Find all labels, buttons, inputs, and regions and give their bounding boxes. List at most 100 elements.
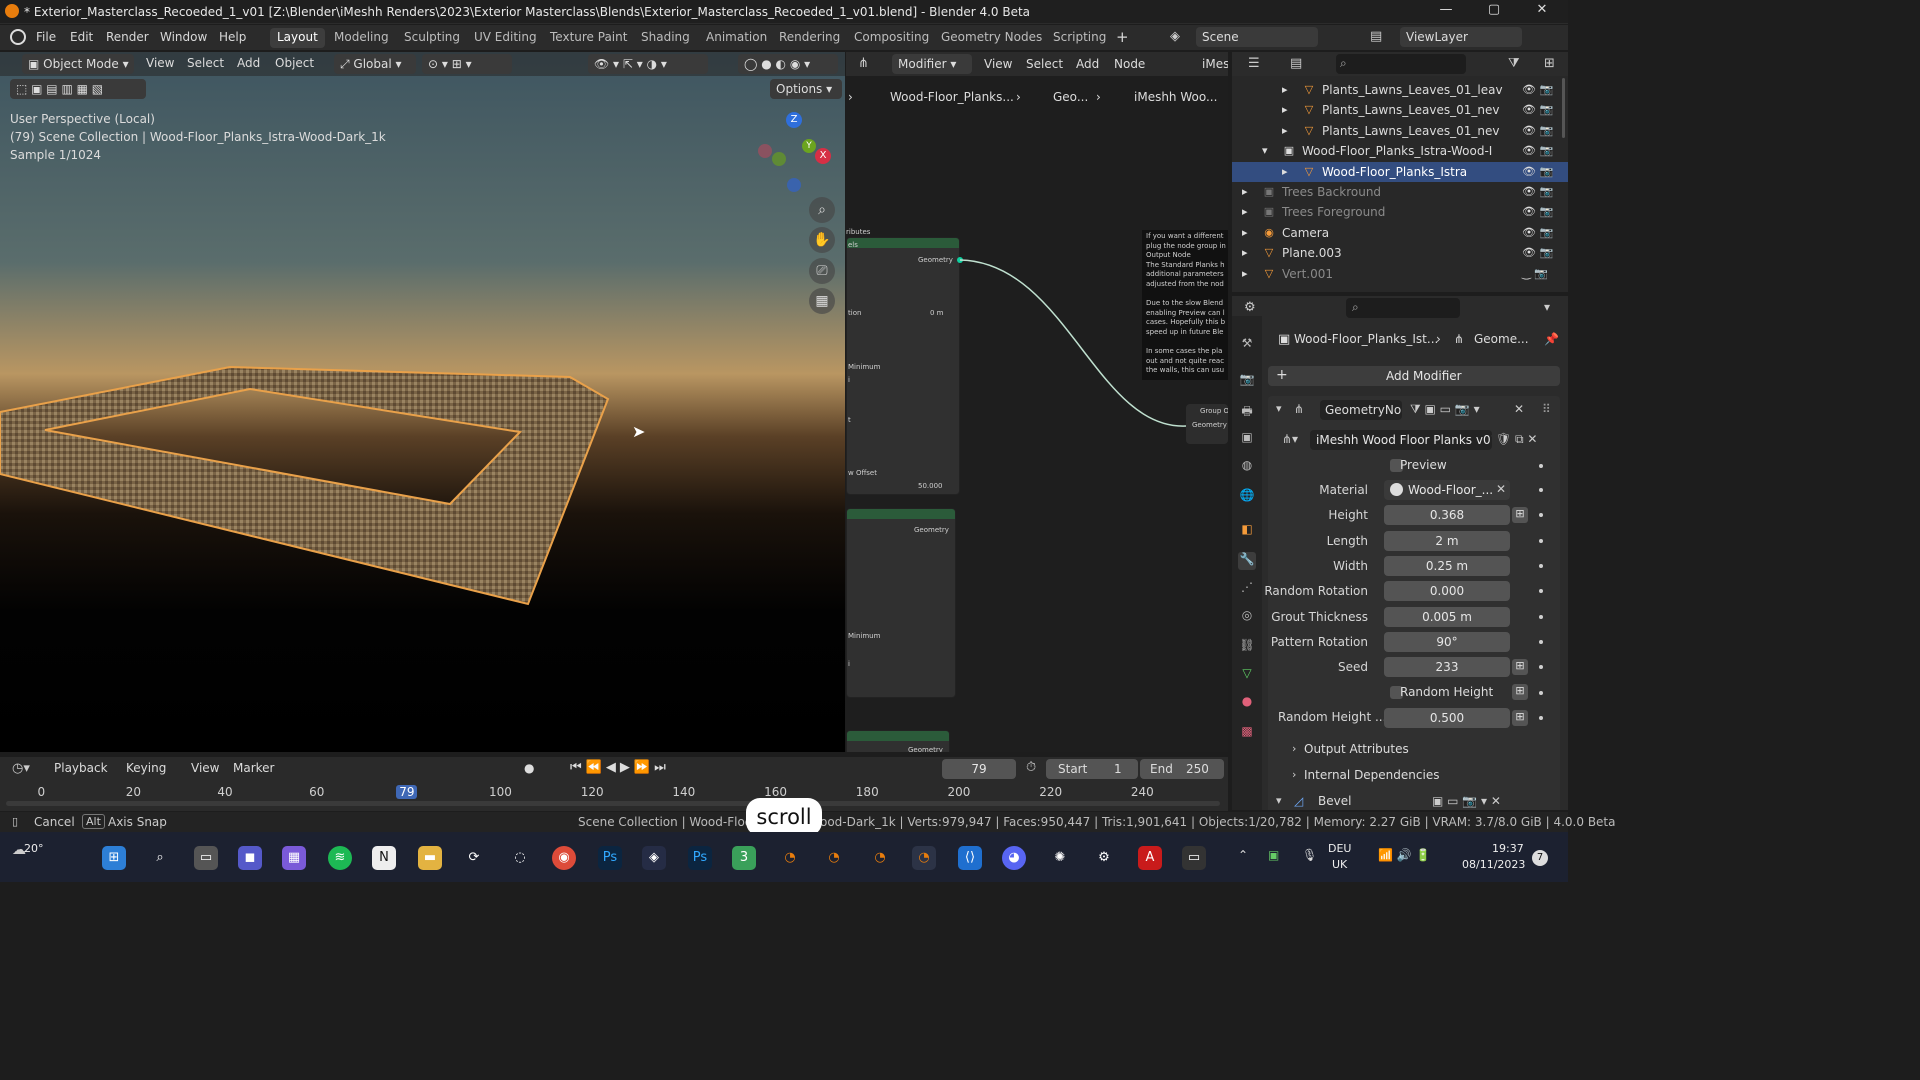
microphone-icon[interactable]: 🎙: [1302, 848, 1317, 862]
output-attributes-panel[interactable]: Output Attributes: [1304, 742, 1409, 756]
chevron-right-icon[interactable]: ›: [1292, 768, 1296, 781]
object-tab-icon[interactable]: ◧: [1238, 522, 1256, 540]
terminal-icon[interactable]: ▭: [1182, 846, 1206, 870]
outliner-row[interactable]: ▸ ▽ Plane.003 👁 📷: [1232, 243, 1568, 263]
outliner-row[interactable]: ▸ ▽ Plants_Lawns_Leaves_01_nev 👁 📷: [1232, 121, 1568, 141]
tab-scripting[interactable]: Scripting: [1046, 28, 1113, 48]
photoshop-icon-2[interactable]: Ps: [688, 846, 712, 870]
nav-gizmo-neg-x[interactable]: [758, 144, 772, 158]
app-gear-icon[interactable]: ⚙: [1092, 846, 1116, 870]
calendar-app-icon[interactable]: ▦: [282, 846, 306, 870]
blender-icon[interactable]: ◔: [868, 846, 892, 870]
field-value[interactable]: 90°: [1384, 631, 1510, 652]
menu-render[interactable]: Render: [106, 30, 149, 44]
discord-icon[interactable]: ◕: [1002, 846, 1026, 870]
field-value[interactable]: 0.368: [1384, 505, 1510, 526]
outliner-row[interactable]: ▸ ▽ Vert.001 ‿ 📷: [1232, 264, 1568, 284]
outliner-row[interactable]: ▸ ▽ Wood-Floor_Planks_Istra 👁 📷: [1232, 161, 1568, 182]
attribute-toggle-icon[interactable]: ⊞: [1512, 507, 1528, 524]
visibility-toggle-icons[interactable]: 👁 📷: [1522, 144, 1553, 157]
node-group-actions[interactable]: 🛡 ⧉ ✕: [1496, 432, 1538, 447]
field-value[interactable]: 0.000: [1384, 581, 1510, 602]
internal-dependencies-panel[interactable]: Internal Dependencies: [1304, 768, 1439, 782]
nav-gizmo-x-axis[interactable]: X: [815, 148, 831, 164]
field-value[interactable]: 0.25 m: [1384, 555, 1510, 576]
tray-chevron-icon[interactable]: ⌃: [1238, 848, 1248, 862]
attribute-toggle-icon[interactable]: ⊞: [1512, 684, 1528, 700]
visibility-toggle-icons[interactable]: 👁 📷: [1522, 124, 1553, 137]
openai-icon[interactable]: ✺: [1048, 846, 1072, 870]
menu-window[interactable]: Window: [160, 30, 207, 44]
chevron-right-icon[interactable]: ›: [1292, 742, 1296, 755]
modifier-tab-icon[interactable]: 🔧: [1238, 552, 1256, 570]
record-icon[interactable]: ●: [524, 761, 534, 775]
tab-texture-paint[interactable]: Texture Paint: [543, 28, 634, 48]
blender-menu-icon[interactable]: [10, 29, 26, 45]
wifi-sound-battery-icons[interactable]: 📶 🔊 🔋: [1378, 848, 1430, 862]
tab-sculpting[interactable]: Sculpting: [397, 28, 467, 48]
maximize-button[interactable]: ▢: [1474, 2, 1514, 22]
expand-right-icon[interactable]: ▸: [1242, 226, 1248, 239]
minimize-button[interactable]: —: [1426, 2, 1466, 22]
properties-type-icon[interactable]: ⚙: [1244, 300, 1256, 315]
notion-icon[interactable]: N: [372, 846, 396, 870]
tab-compositing[interactable]: Compositing: [847, 28, 936, 48]
filter-icon[interactable]: ⧩: [1508, 56, 1520, 71]
expand-down-icon[interactable]: ▾: [1262, 144, 1268, 157]
vscode-icon[interactable]: ⟨⟩: [958, 846, 982, 870]
scene-selector[interactable]: Scene: [1196, 27, 1318, 47]
expand-right-icon[interactable]: ▸: [1242, 205, 1248, 218]
start-menu-icon[interactable]: ⊞: [102, 846, 126, 870]
attribute-toggle-icon[interactable]: ⊞: [1512, 659, 1528, 676]
keyframe-dot-icon[interactable]: [1539, 464, 1543, 468]
zoom-icon[interactable]: ⌕: [809, 197, 835, 223]
material-tab-icon[interactable]: ●: [1238, 694, 1256, 712]
tab-rendering[interactable]: Rendering: [772, 28, 847, 48]
nav-gizmo-z-axis[interactable]: Z: [786, 112, 802, 128]
add-workspace-button[interactable]: +: [1116, 28, 1129, 46]
keyframe-dot-icon[interactable]: [1539, 538, 1543, 543]
outliner-search-input[interactable]: [1336, 54, 1466, 74]
field-value[interactable]: 233: [1384, 657, 1510, 678]
field-value[interactable]: 2 m: [1384, 530, 1510, 551]
blender-icon[interactable]: ◔: [822, 846, 846, 870]
timeline-menu-view[interactable]: View: [191, 761, 219, 775]
current-frame-field[interactable]: 79: [942, 759, 1016, 779]
timeline-menu-playback[interactable]: Playback: [54, 761, 108, 775]
timeline-menu-keying[interactable]: Keying: [126, 761, 166, 775]
props-breadcrumb-object[interactable]: Wood-Floor_Planks_Ist...: [1294, 332, 1438, 346]
node-editor[interactable]: ⋔ Modifier ▾ View Select Add Node iMes ›…: [846, 52, 1228, 752]
timeline-scrollbar[interactable]: [6, 801, 1220, 806]
menu-file[interactable]: File: [36, 30, 56, 44]
search-icon[interactable]: ⌕: [148, 846, 172, 870]
nav-gizmo-neg-z[interactable]: [787, 178, 801, 192]
keyframe-dot-icon[interactable]: [1539, 716, 1543, 720]
bevel-display-toggles[interactable]: ▣ ▭ 📷 ▾ ✕: [1432, 794, 1501, 808]
playback-controls[interactable]: ⏮⏪◀▶⏩⏭: [570, 760, 670, 775]
collapse-chevron-icon[interactable]: ▾: [1276, 794, 1282, 807]
keyframe-dot-icon[interactable]: [1539, 488, 1543, 492]
pin-icon[interactable]: 📌: [1544, 332, 1559, 346]
tab-uv-editing[interactable]: UV Editing: [467, 28, 544, 48]
outliner-row[interactable]: ▾ ▣ Wood-Floor_Planks_Istra-Wood-I 👁 📷: [1232, 141, 1568, 161]
menu-edit[interactable]: Edit: [70, 30, 93, 44]
menu-help[interactable]: Help: [219, 30, 246, 44]
app-icon[interactable]: ◌: [508, 846, 532, 870]
new-collection-icon[interactable]: ⊞: [1544, 56, 1555, 71]
acrobat-icon[interactable]: A: [1138, 846, 1162, 870]
camera-view-icon[interactable]: ⎚: [809, 258, 835, 284]
timeline-editor-icon[interactable]: ◷▾: [12, 761, 30, 776]
modifier-display-toggles[interactable]: ⧩ ▣ ▭ 📷 ▾: [1410, 402, 1480, 417]
outliner-row[interactable]: ▸ ◉ Camera 👁 📷: [1232, 223, 1568, 243]
add-modifier-button[interactable]: + Add Modifier: [1268, 366, 1560, 386]
output-tab-icon[interactable]: 🖶: [1238, 402, 1256, 420]
outliner-row[interactable]: ▸ ▣ Trees Foreground 👁 📷: [1232, 202, 1568, 222]
expand-right-icon[interactable]: ▸: [1282, 83, 1288, 96]
data-tab-icon[interactable]: ▽: [1238, 666, 1256, 684]
props-breadcrumb-modifier[interactable]: Geome...: [1474, 332, 1529, 346]
tray-app-icon[interactable]: ▣: [1268, 848, 1279, 862]
display-mode-icon[interactable]: ▤: [1290, 56, 1302, 71]
view-layer-selector[interactable]: ViewLayer: [1400, 27, 1522, 47]
clock-date[interactable]: 08/11/2023: [1462, 858, 1525, 871]
file-explorer-icon[interactable]: ▬: [418, 846, 442, 870]
